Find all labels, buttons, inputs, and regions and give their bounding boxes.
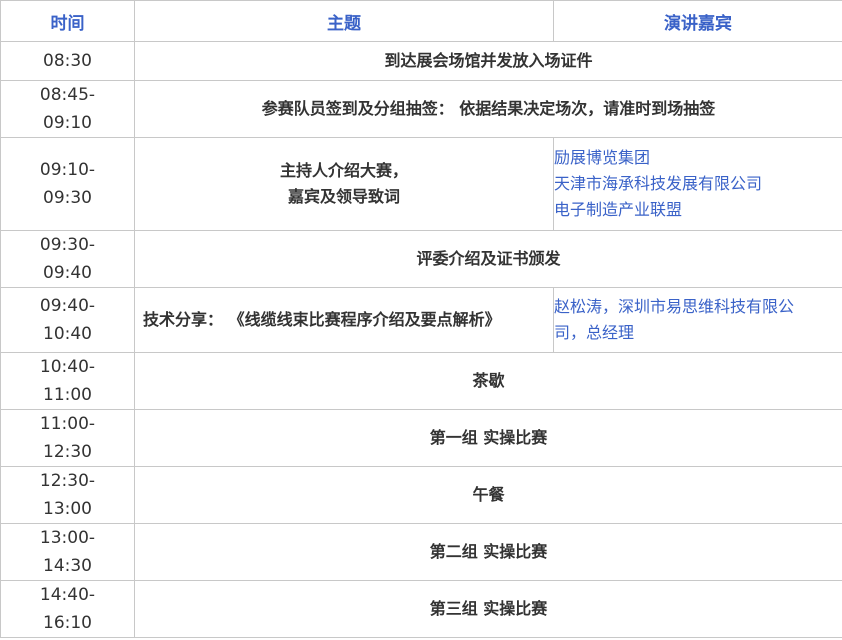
table-row: 09:30- 09:40 评委介绍及证书颁发	[0, 230, 842, 288]
time-start: 13:00-	[39, 528, 96, 548]
speaker-cell: 赵松涛，深圳市易思维科技有限公 司，总经理	[553, 287, 842, 353]
topic-line: 嘉宾及领导致词	[287, 187, 400, 206]
topic-line: 主持人介绍大赛，	[279, 161, 408, 180]
time-start: 08:30	[43, 51, 92, 71]
speaker-line: 赵松涛，深圳市易思维科技有限公	[554, 297, 795, 316]
topic-cell: 第二组 实操比赛	[134, 523, 842, 581]
topic-cell: 评委介绍及证书颁发	[134, 230, 842, 288]
time-start: 09:40-	[39, 296, 96, 316]
table-row: 13:00- 14:30 第二组 实操比赛	[0, 523, 842, 581]
topic-cell: 茶歇	[134, 352, 842, 410]
topic-cell: 参赛队员签到及分组抽签： 依据结果决定场次，请准时到场抽签	[134, 80, 842, 138]
time-cell: 09:30- 09:40	[0, 230, 135, 288]
time-cell: 12:30- 13:00	[0, 466, 135, 524]
table-row: 09:10- 09:30 主持人介绍大赛， 嘉宾及领导致词 励展博览集团 天津市…	[0, 137, 842, 231]
speaker-line: 司，总经理	[554, 323, 635, 342]
topic-cell: 技术分享： 《线缆线束比赛程序介绍及要点解析》	[134, 287, 554, 353]
time-cell: 09:10- 09:30	[0, 137, 135, 231]
time-start: 09:30-	[39, 235, 96, 255]
header-topic: 主题	[134, 0, 554, 42]
time-start: 11:00-	[39, 414, 96, 434]
speaker-org: 电子制造产业联盟	[554, 200, 683, 219]
time-cell: 13:00- 14:30	[0, 523, 135, 581]
time-start: 08:45-	[39, 85, 96, 105]
header-speaker: 演讲嘉宾	[553, 0, 842, 42]
time-end: 13:00	[43, 499, 92, 519]
time-end: 09:10	[43, 113, 92, 133]
time-cell: 10:40- 11:00	[0, 352, 135, 410]
table-row: 09:40- 10:40 技术分享： 《线缆线束比赛程序介绍及要点解析》 赵松涛…	[0, 287, 842, 353]
table-row: 14:40- 16:10 第三组 实操比赛	[0, 580, 842, 638]
table-row: 12:30- 13:00 午餐	[0, 466, 842, 524]
speaker-org: 天津市海承科技发展有限公司	[554, 174, 763, 193]
time-end: 09:40	[43, 263, 92, 283]
header-row: 时间 主题 演讲嘉宾	[0, 0, 842, 42]
topic-cell: 第一组 实操比赛	[134, 409, 842, 467]
speaker-cell: 励展博览集团 天津市海承科技发展有限公司 电子制造产业联盟	[553, 137, 842, 231]
table-row: 08:45- 09:10 参赛队员签到及分组抽签： 依据结果决定场次，请准时到场…	[0, 80, 842, 138]
time-cell: 08:45- 09:10	[0, 80, 135, 138]
table-row: 08:30 到达展会场馆并发放入场证件	[0, 41, 842, 81]
topic-cell: 第三组 实操比赛	[134, 580, 842, 638]
time-cell: 14:40- 16:10	[0, 580, 135, 638]
schedule-table: 时间 主题 演讲嘉宾 08:30 到达展会场馆并发放入场证件 08:45- 09…	[0, 0, 842, 638]
time-start: 12:30-	[39, 471, 96, 491]
time-start: 14:40-	[39, 585, 96, 605]
header-time: 时间	[0, 0, 135, 42]
time-end: 10:40	[43, 324, 92, 344]
time-cell: 11:00- 12:30	[0, 409, 135, 467]
topic-cell: 午餐	[134, 466, 842, 524]
time-end: 09:30	[43, 188, 92, 208]
time-cell: 09:40- 10:40	[0, 287, 135, 353]
time-end: 11:00	[43, 385, 92, 405]
topic-cell: 主持人介绍大赛， 嘉宾及领导致词	[134, 137, 554, 231]
time-end: 16:10	[43, 613, 92, 633]
time-cell: 08:30	[0, 41, 135, 81]
topic-cell: 到达展会场馆并发放入场证件	[134, 41, 842, 81]
speaker-org: 励展博览集团	[554, 148, 651, 167]
time-end: 14:30	[43, 556, 92, 576]
table-row: 10:40- 11:00 茶歇	[0, 352, 842, 410]
time-start: 10:40-	[39, 357, 96, 377]
table-row: 11:00- 12:30 第一组 实操比赛	[0, 409, 842, 467]
time-start: 09:10-	[39, 160, 96, 180]
time-end: 12:30	[43, 442, 92, 462]
